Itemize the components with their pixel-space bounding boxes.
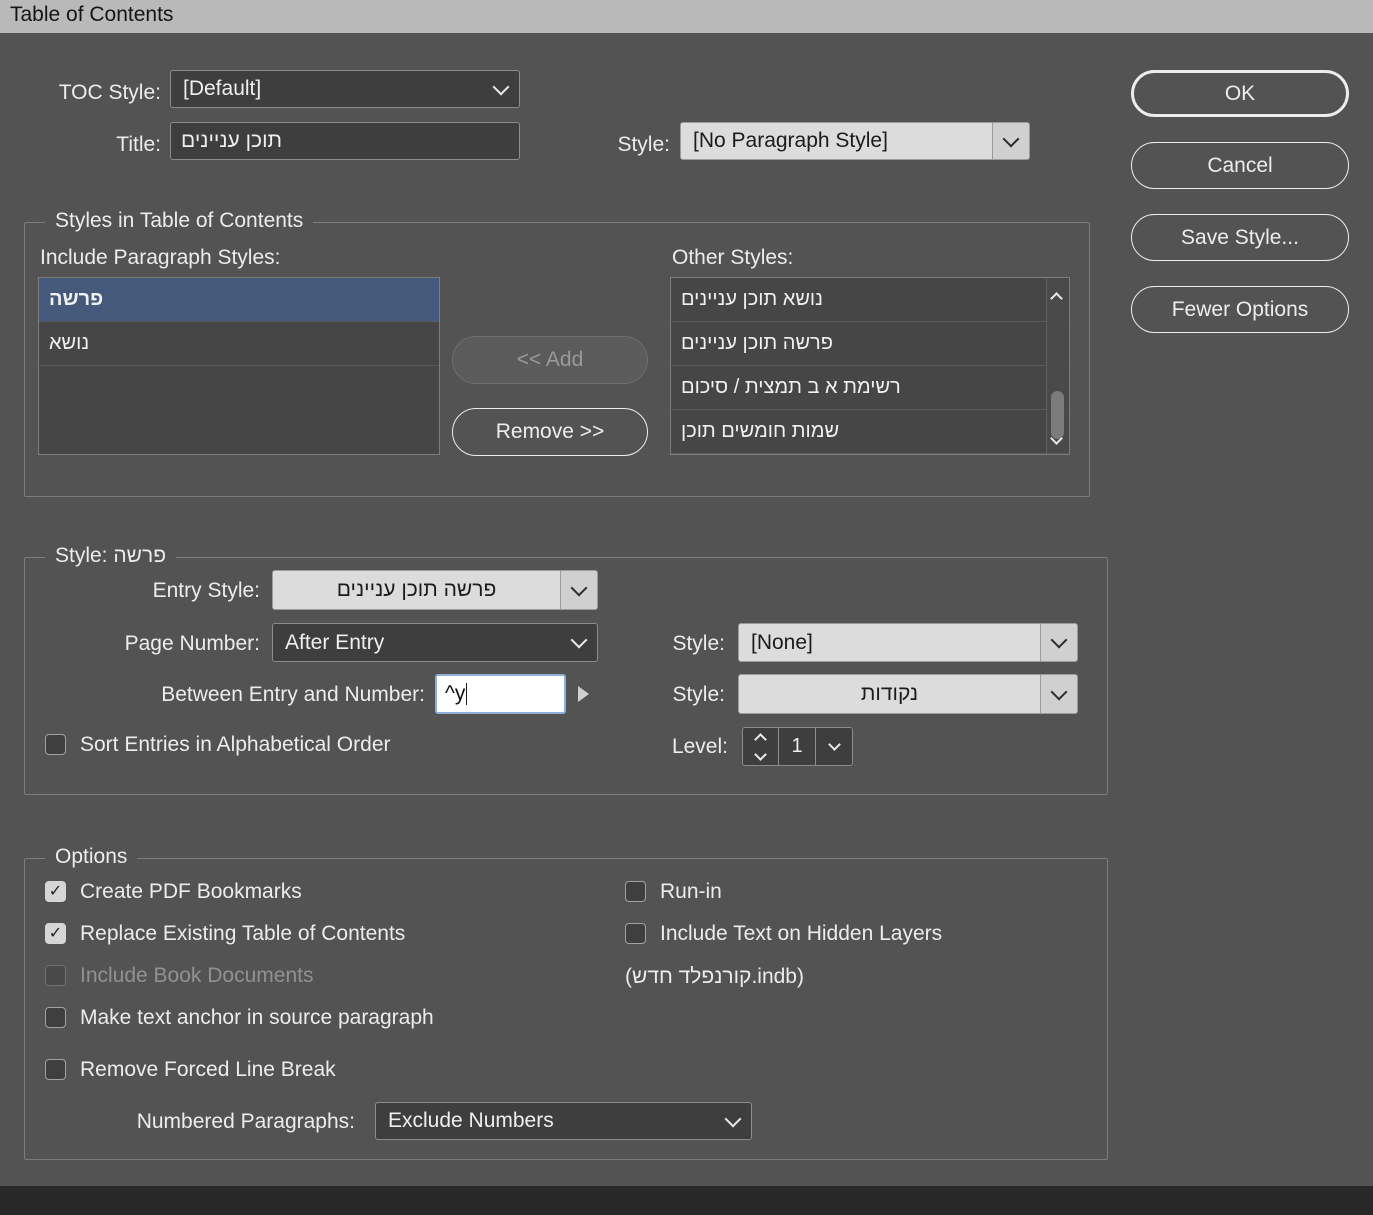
text-cursor [466,683,468,705]
sort-entries-checkbox[interactable]: ✓ [45,734,66,755]
title-value: תוכן עניינים [181,129,283,152]
page-number-style-label: Style: [672,632,725,655]
chevron-down-icon [992,123,1029,159]
save-style-button[interactable]: Save Style... [1131,214,1349,261]
sort-entries-label: Sort Entries in Alphabetical Order [80,733,391,756]
include-paragraph-styles-list: פרשה נושא [38,277,440,455]
chevron-down-icon [561,631,597,649]
paragraph-style-label: Style: [617,133,670,156]
between-entry-number-label: Between Entry and Number: [161,683,425,706]
check-icon: ✓ [48,924,63,942]
paragraph-style-dropdown[interactable]: [No Paragraph Style] [680,122,1030,160]
spinner-down-icon[interactable] [754,747,767,761]
toc-style-dropdown[interactable]: [Default] [170,70,520,108]
include-book-documents-checkbox: ✓ [45,965,66,986]
dialog-bottom-edge [0,1186,1373,1215]
entry-style-dropdown[interactable]: פרשה תוכן עניינים [272,570,598,610]
chevron-down-icon [715,1110,751,1127]
style-settings-title-value: פרשה [113,544,167,567]
numbered-paragraphs-dropdown[interactable]: Exclude Numbers [375,1102,752,1140]
other-styles-list: נושא תוכן עניינים פרשה תוכן עניינים רשימ… [670,277,1070,455]
between-style-dropdown[interactable]: נקודות [738,674,1078,714]
list-item[interactable]: פרשה תוכן עניינים [671,322,1069,366]
paragraph-style-value: [No Paragraph Style] [693,129,888,152]
level-stepper: 1 [742,727,853,766]
list-item[interactable]: רשימת א ב תמצית / סיכום [671,366,1069,410]
chevron-down-icon [560,571,597,609]
toc-style-label: TOC Style: [58,81,161,104]
other-styles-label: Other Styles: [672,246,794,269]
chevron-down-icon [1040,675,1077,713]
title-label: Title: [116,133,161,156]
numbered-paragraphs-value: Exclude Numbers [388,1109,554,1132]
dialog-titlebar: Table of Contents [0,0,1373,33]
create-pdf-bookmarks-label: Create PDF Bookmarks [80,880,302,903]
list-item[interactable]: נושא [39,322,439,366]
options-group-title: Options [45,845,138,869]
make-text-anchor-checkbox[interactable]: ✓ [45,1007,66,1028]
entry-style-value: פרשה תוכן עניינים [336,578,497,601]
style-settings-group-title: Style: פרשה [45,544,177,568]
spinner-up-icon[interactable] [754,732,767,746]
chevron-down-icon [1040,624,1077,661]
chevron-down-icon [483,78,519,95]
styles-in-toc-group-title: Styles in Table of Contents [45,209,314,233]
scrollbar[interactable] [1046,279,1068,453]
run-in-label: Run-in [660,880,722,903]
ok-button[interactable]: OK [1131,70,1349,117]
remove-forced-line-break-label: Remove Forced Line Break [80,1058,336,1081]
level-dropdown[interactable] [815,727,853,766]
dialog-title: Table of Contents [10,3,174,26]
between-style-label: Style: [672,683,725,706]
level-label: Level: [671,735,728,758]
cancel-button[interactable]: Cancel [1131,142,1349,189]
page-number-dropdown[interactable]: After Entry [272,623,598,662]
remove-forced-line-break-checkbox[interactable]: ✓ [45,1059,66,1080]
check-icon: ✓ [48,882,63,900]
replace-existing-toc-label: Replace Existing Table of Contents [80,922,406,945]
scrollbar-thumb[interactable] [1051,391,1064,439]
create-pdf-bookmarks-checkbox[interactable]: ✓ [45,881,66,902]
level-value[interactable]: 1 [778,727,816,766]
entry-style-label: Entry Style: [152,579,260,602]
fewer-options-button[interactable]: Fewer Options [1131,286,1349,333]
include-text-hidden-layers-label: Include Text on Hidden Layers [660,922,943,945]
toc-style-value: [Default] [183,77,262,100]
page-number-label: Page Number: [124,632,260,655]
flyout-triangle-icon[interactable] [578,686,589,702]
style-settings-title-label: Style: [55,544,108,567]
list-item[interactable]: נושא תוכן עניינים [671,278,1069,322]
list-item[interactable]: פרשה [39,278,439,322]
page-number-style-value: [None] [751,630,813,654]
scroll-up-icon[interactable] [1050,292,1063,305]
include-text-hidden-layers-checkbox[interactable]: ✓ [625,923,646,944]
page-number-style-dropdown[interactable]: [None] [738,623,1078,662]
level-spinner[interactable] [742,727,779,766]
between-entry-number-input[interactable]: ^y [435,674,566,714]
include-paragraph-styles-label: Include Paragraph Styles: [40,246,281,269]
make-text-anchor-label: Make text anchor in source paragraph [80,1006,434,1029]
numbered-paragraphs-label: Numbered Paragraphs: [136,1110,355,1133]
add-button: << Add [452,336,648,384]
book-file-name: (קורנפלד חדש.indb) [625,965,804,988]
remove-button[interactable]: Remove >> [452,408,648,456]
between-entry-number-value: ^y [445,682,466,705]
page-number-value: After Entry [285,630,385,654]
chevron-down-icon [827,737,841,751]
include-book-documents-label: Include Book Documents [80,964,314,987]
replace-existing-toc-checkbox[interactable]: ✓ [45,923,66,944]
title-input[interactable]: תוכן עניינים [170,122,520,160]
between-style-value: נקודות [860,682,919,705]
list-item[interactable]: שמות חומשים תוכן [671,410,1069,454]
table-of-contents-dialog: Table of Contents TOC Style: [Default] T… [0,0,1373,1215]
run-in-checkbox[interactable]: ✓ [625,881,646,902]
